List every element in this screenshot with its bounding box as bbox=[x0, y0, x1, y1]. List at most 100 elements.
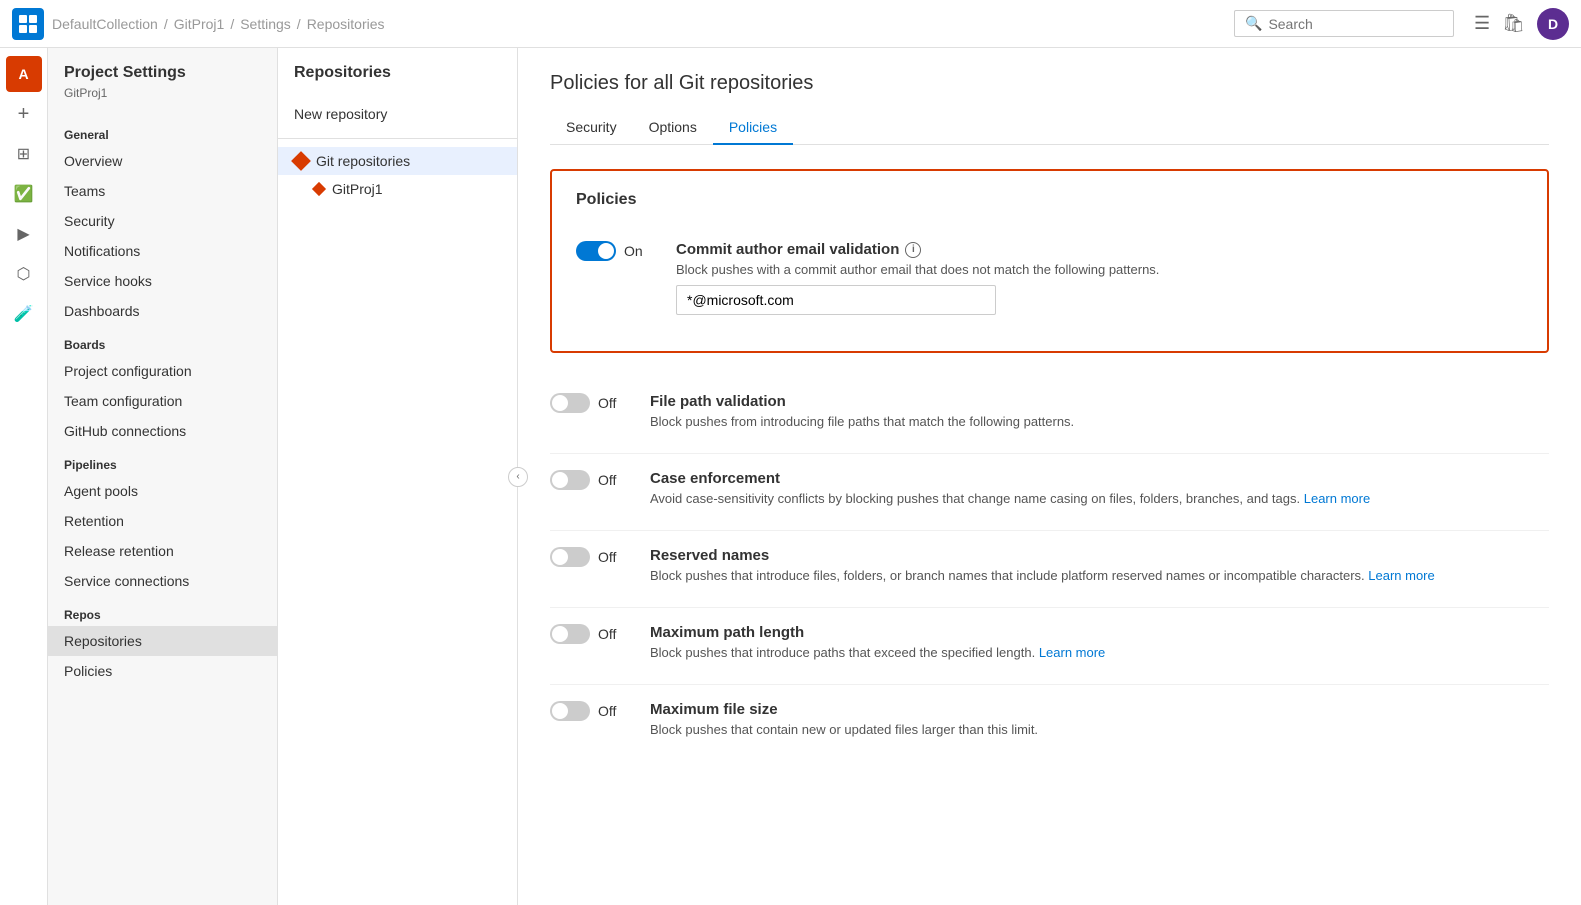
shopping-icon[interactable]: 🛍 bbox=[1502, 13, 1525, 34]
learn-more-reserved-names[interactable]: Learn more bbox=[1368, 568, 1434, 583]
page-title: Policies for all Git repositories bbox=[550, 72, 1549, 95]
toggle-group-file-path: Off bbox=[550, 393, 630, 413]
policy-content-max-file-size: Maximum file size Block pushes that cont… bbox=[650, 701, 1549, 745]
main-content: Policies for all Git repositories Securi… bbox=[518, 48, 1581, 905]
tab-options[interactable]: Options bbox=[633, 111, 713, 145]
policy-desc-file-path: Block pushes from introducing file paths… bbox=[650, 414, 1549, 429]
test-icon[interactable]: ⬡ bbox=[6, 256, 42, 292]
policy-row-max-path-length: Off Maximum path length Block pushes tha… bbox=[550, 608, 1549, 685]
section-pipelines-label: Pipelines bbox=[48, 446, 277, 476]
topnav: DefaultCollection / GitProj1 / Settings … bbox=[0, 0, 1581, 48]
policy-content-file-path: File path validation Block pushes from i… bbox=[650, 393, 1549, 437]
repos-panel: Repositories New repository Git reposito… bbox=[278, 48, 518, 905]
policy-desc-max-file-size: Block pushes that contain new or updated… bbox=[650, 722, 1549, 737]
policy-content-case-enforcement: Case enforcement Avoid case-sensitivity … bbox=[650, 470, 1549, 514]
nav-project-configuration[interactable]: Project configuration bbox=[48, 356, 277, 386]
org-icon[interactable]: A bbox=[6, 56, 42, 92]
search-input[interactable] bbox=[1268, 16, 1443, 32]
boards-icon[interactable]: ⊞ bbox=[6, 136, 42, 172]
policy-row-file-path: Off File path validation Block pushes fr… bbox=[550, 377, 1549, 454]
pipelines-icon[interactable]: ▶ bbox=[6, 216, 42, 252]
breadcrumb-repos[interactable]: Repositories bbox=[307, 16, 385, 32]
nav-service-connections[interactable]: Service connections bbox=[48, 566, 277, 596]
nav-dashboards[interactable]: Dashboards bbox=[48, 296, 277, 326]
toggle-label-max-file-size: Off bbox=[598, 703, 616, 719]
policies-section-label: Policies bbox=[576, 191, 1523, 209]
nav-agent-pools[interactable]: Agent pools bbox=[48, 476, 277, 506]
policy-title-file-path: File path validation bbox=[650, 393, 1549, 410]
info-icon-commit-author[interactable]: i bbox=[905, 242, 921, 258]
git-repositories-item[interactable]: Git repositories bbox=[278, 147, 517, 175]
policy-content-reserved-names: Reserved names Block pushes that introdu… bbox=[650, 547, 1549, 591]
toggle-label-case-enforcement: Off bbox=[598, 472, 616, 488]
artifacts-icon[interactable]: 🧪 bbox=[6, 296, 42, 332]
policy-content-max-path-length: Maximum path length Block pushes that in… bbox=[650, 624, 1549, 668]
project-settings-subtitle: GitProj1 bbox=[48, 86, 277, 116]
breadcrumb-org[interactable]: DefaultCollection bbox=[52, 16, 158, 32]
nav-repositories[interactable]: Repositories bbox=[48, 626, 277, 656]
policy-title-max-file-size: Maximum file size bbox=[650, 701, 1549, 718]
nav-overview[interactable]: Overview bbox=[48, 146, 277, 176]
tab-security[interactable]: Security bbox=[550, 111, 633, 145]
toggle-case-enforcement[interactable] bbox=[550, 470, 590, 490]
breadcrumb-sep3: / bbox=[297, 16, 301, 32]
nav-teams[interactable]: Teams bbox=[48, 176, 277, 206]
breadcrumb: DefaultCollection / GitProj1 / Settings … bbox=[52, 16, 385, 32]
tabs: Security Options Policies bbox=[550, 111, 1549, 145]
policy-desc-case-enforcement: Avoid case-sensitivity conflicts by bloc… bbox=[650, 491, 1549, 506]
toggle-label-file-path: Off bbox=[598, 395, 616, 411]
tab-policies[interactable]: Policies bbox=[713, 111, 793, 145]
section-general-label: General bbox=[48, 116, 277, 146]
search-icon: 🔍 bbox=[1245, 15, 1262, 32]
nav-retention[interactable]: Retention bbox=[48, 506, 277, 536]
toggle-commit-author[interactable] bbox=[576, 241, 616, 261]
policies-highlighted-box: Policies On Commit author email validati… bbox=[550, 169, 1549, 353]
nav-policies[interactable]: Policies bbox=[48, 656, 277, 686]
nav-service-hooks[interactable]: Service hooks bbox=[48, 266, 277, 296]
breadcrumb-sep1: / bbox=[164, 16, 168, 32]
menu-icon[interactable]: ☰ bbox=[1474, 13, 1490, 34]
nav-notifications[interactable]: Notifications bbox=[48, 236, 277, 266]
policy-row-case-enforcement: Off Case enforcement Avoid case-sensitiv… bbox=[550, 454, 1549, 531]
gitproj1-item[interactable]: GitProj1 bbox=[278, 175, 517, 203]
policy-title-commit-author: Commit author email validation i bbox=[676, 241, 1523, 258]
git-repos-label: Git repositories bbox=[316, 153, 410, 169]
policy-desc-commit-author: Block pushes with a commit author email … bbox=[676, 262, 1523, 277]
search-box[interactable]: 🔍 bbox=[1234, 10, 1454, 37]
toggle-label-reserved-names: Off bbox=[598, 549, 616, 565]
section-repos-label: Repos bbox=[48, 596, 277, 626]
toggle-max-file-size[interactable] bbox=[550, 701, 590, 721]
policy-title-reserved-names: Reserved names bbox=[650, 547, 1549, 564]
app-logo[interactable] bbox=[12, 8, 44, 40]
gitproj1-label: GitProj1 bbox=[332, 181, 383, 197]
breadcrumb-project[interactable]: GitProj1 bbox=[174, 16, 225, 32]
nav-github-connections[interactable]: GitHub connections bbox=[48, 416, 277, 446]
project-settings-panel: Project Settings GitProj1 General Overvi… bbox=[48, 48, 278, 905]
toggle-label-max-path-length: Off bbox=[598, 626, 616, 642]
policy-title-case-enforcement: Case enforcement bbox=[650, 470, 1549, 487]
toggle-max-path-length[interactable] bbox=[550, 624, 590, 644]
project-settings-title: Project Settings bbox=[48, 64, 277, 86]
toggle-group-max-path-length: Off bbox=[550, 624, 630, 644]
nav-security[interactable]: Security bbox=[48, 206, 277, 236]
nav-release-retention[interactable]: Release retention bbox=[48, 536, 277, 566]
toggle-reserved-names[interactable] bbox=[550, 547, 590, 567]
checklist-icon[interactable]: ✅ bbox=[6, 176, 42, 212]
topnav-actions: ☰ 🛍 D bbox=[1474, 8, 1569, 40]
toggle-group-max-file-size: Off bbox=[550, 701, 630, 721]
collapse-panel-button[interactable]: ‹ bbox=[508, 467, 528, 487]
breadcrumb-settings[interactable]: Settings bbox=[240, 16, 291, 32]
policy-row-commit-author: On Commit author email validation i Bloc… bbox=[576, 225, 1523, 331]
section-boards-label: Boards bbox=[48, 326, 277, 356]
commit-email-pattern-input[interactable] bbox=[676, 285, 996, 315]
learn-more-case-enforcement[interactable]: Learn more bbox=[1304, 491, 1370, 506]
toggle-file-path[interactable] bbox=[550, 393, 590, 413]
learn-more-max-path-length[interactable]: Learn more bbox=[1039, 645, 1105, 660]
new-repository-button[interactable]: New repository bbox=[278, 98, 517, 130]
nav-team-configuration[interactable]: Team configuration bbox=[48, 386, 277, 416]
repos-panel-title: Repositories bbox=[278, 64, 517, 98]
add-project-icon[interactable]: + bbox=[6, 96, 42, 132]
git-repos-icon bbox=[291, 151, 311, 171]
policy-title-max-path-length: Maximum path length bbox=[650, 624, 1549, 641]
avatar[interactable]: D bbox=[1537, 8, 1569, 40]
